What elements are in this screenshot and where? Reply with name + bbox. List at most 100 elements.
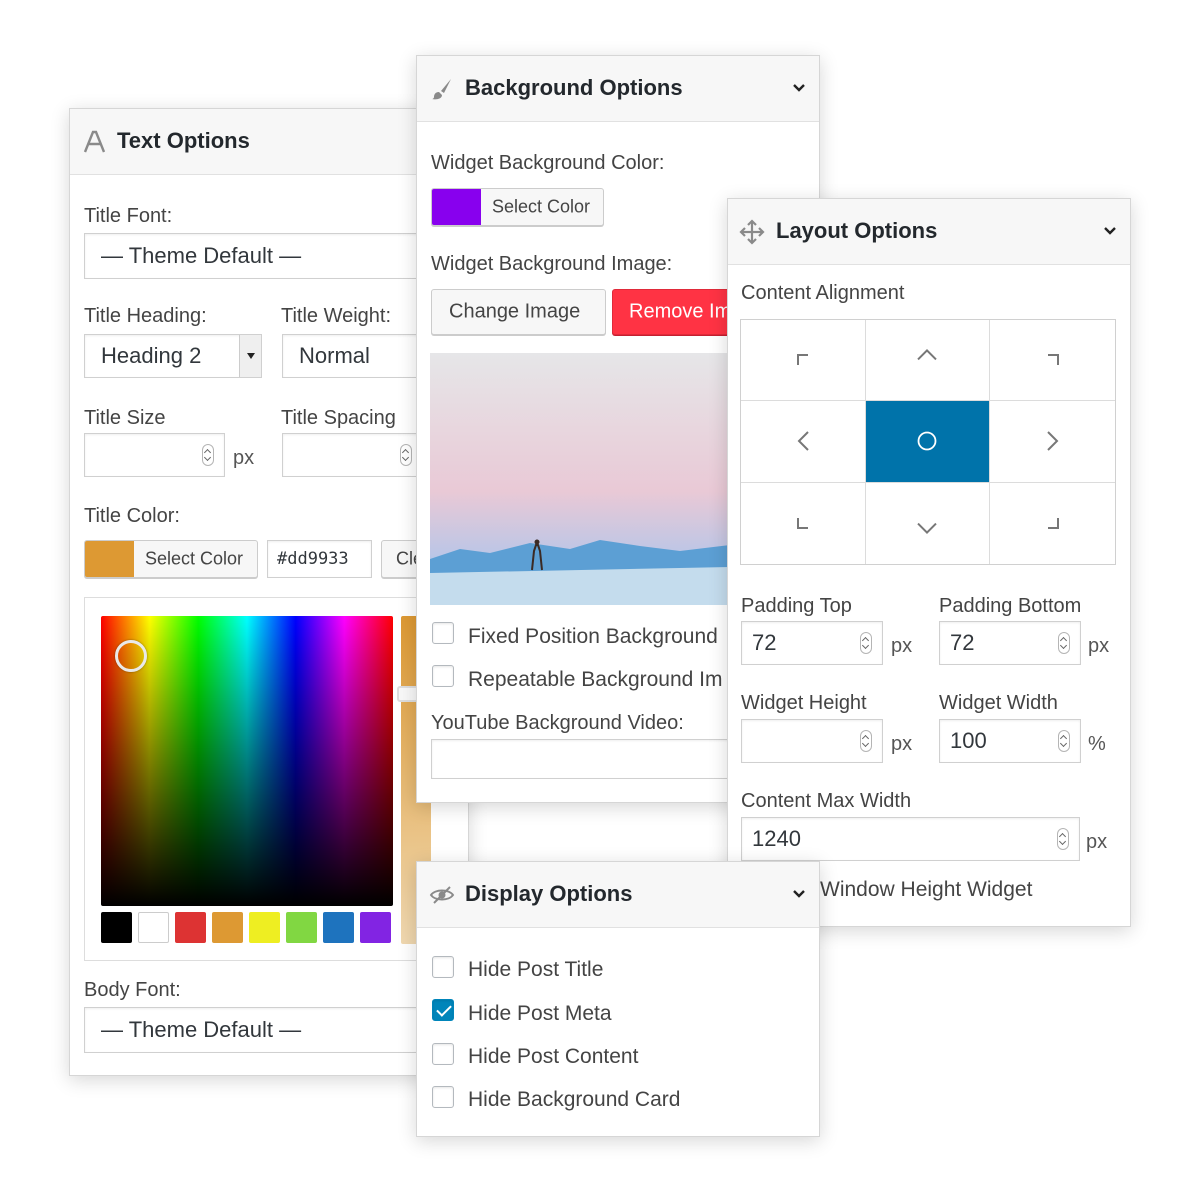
title-size-spinner[interactable]: [202, 444, 214, 466]
palette-swatch-red[interactable]: [175, 912, 206, 943]
display-options-header[interactable]: Display Options: [417, 862, 819, 928]
align-top[interactable]: [865, 320, 991, 402]
content-alignment-label: Content Alignment: [741, 282, 905, 304]
chevron-down-icon[interactable]: [1102, 223, 1118, 239]
window-height-label: Window Height Widget: [820, 878, 1033, 901]
align-bottom[interactable]: [865, 482, 991, 564]
title-spacing-label: Title Spacing: [281, 407, 396, 429]
palette-swatch-green[interactable]: [286, 912, 317, 943]
padding-top-unit: px: [891, 635, 913, 657]
title-spacing-spinner[interactable]: [400, 444, 412, 466]
repeatable-background-checkbox[interactable]: [432, 665, 454, 687]
bg-color-swatch: [432, 189, 481, 225]
palette-swatch-yellow[interactable]: [249, 912, 280, 943]
title-color-hex-input[interactable]: #dd9933: [267, 540, 372, 578]
title-size-unit: px: [233, 447, 255, 469]
body-font-label: Body Font:: [84, 979, 181, 1001]
font-icon: [83, 130, 106, 153]
title-heading-label: Title Heading:: [84, 305, 207, 327]
eye-slash-icon: [429, 886, 455, 904]
widget-height-unit: px: [891, 733, 913, 755]
bg-select-color-button[interactable]: Select Color: [431, 188, 604, 226]
color-palette: [101, 912, 401, 946]
padding-bottom-spinner[interactable]: [1058, 632, 1070, 654]
align-top-right[interactable]: [990, 320, 1115, 402]
text-options-panel: Text Options Title Font: — Theme Default…: [69, 108, 469, 1076]
hide-post-meta-label: Hide Post Meta: [468, 1002, 612, 1025]
hide-background-card-label: Hide Background Card: [468, 1088, 681, 1111]
display-options-panel: Display Options Hide Post Title Hide Pos…: [416, 861, 820, 1137]
title-color-swatch: [85, 541, 134, 577]
padding-top-label: Padding Top: [741, 595, 852, 617]
background-options-header[interactable]: Background Options: [417, 56, 819, 122]
color-picker: [84, 597, 468, 961]
chevron-right-icon: [1046, 431, 1059, 452]
palette-swatch-black[interactable]: [101, 912, 132, 943]
caret-down-icon: [247, 353, 255, 359]
title-weight-label: Title Weight:: [281, 305, 392, 327]
background-options-title: Background Options: [465, 75, 683, 100]
widget-width-spinner[interactable]: [1058, 730, 1070, 752]
widget-width-input[interactable]: 100: [939, 719, 1081, 763]
hide-post-content-label: Hide Post Content: [468, 1045, 639, 1068]
title-font-label: Title Font:: [84, 205, 173, 227]
fixed-position-label: Fixed Position Background: [468, 625, 718, 648]
padding-top-input[interactable]: 72: [741, 621, 883, 665]
display-options-title: Display Options: [465, 881, 633, 906]
content-max-width-input[interactable]: 1240: [741, 817, 1080, 861]
align-center[interactable]: [865, 401, 991, 483]
layout-options-title: Layout Options: [776, 218, 938, 243]
change-image-button[interactable]: Change Image: [431, 289, 606, 335]
select-arrow: [239, 335, 261, 377]
title-size-label: Title Size: [84, 407, 166, 429]
move-icon: [739, 219, 765, 245]
text-options-title: Text Options: [117, 128, 250, 153]
repeatable-background-label: Repeatable Background Im: [468, 668, 723, 691]
text-options-header[interactable]: Text Options: [70, 109, 468, 175]
align-right[interactable]: [990, 401, 1115, 483]
hide-background-card-checkbox[interactable]: [432, 1086, 454, 1108]
circle-icon: [918, 432, 937, 451]
widget-width-label: Widget Width: [939, 692, 1058, 714]
align-bottom-left[interactable]: [741, 482, 866, 564]
palette-swatch-blue[interactable]: [323, 912, 354, 943]
hide-post-content-checkbox[interactable]: [432, 1043, 454, 1065]
bg-image-label: Widget Background Image:: [431, 253, 673, 275]
color-picker-saturation-area[interactable]: [101, 616, 393, 906]
corner-top-left-icon: [796, 354, 808, 366]
title-heading-select[interactable]: Heading 2: [84, 334, 262, 378]
widget-width-unit: %: [1088, 733, 1106, 755]
padding-bottom-input[interactable]: 72: [939, 621, 1081, 665]
padding-top-spinner[interactable]: [860, 632, 872, 654]
palette-swatch-orange[interactable]: [212, 912, 243, 943]
paintbrush-icon: [432, 79, 451, 100]
widget-height-spinner[interactable]: [860, 730, 872, 752]
chevron-left-icon: [797, 431, 809, 452]
hide-post-meta-checkbox[interactable]: [432, 999, 454, 1021]
widget-height-input[interactable]: [741, 719, 883, 763]
chevron-down-icon[interactable]: [791, 80, 807, 96]
title-color-label: Title Color:: [84, 505, 180, 527]
content-max-width-unit: px: [1086, 831, 1108, 853]
chevron-down-icon: [917, 523, 938, 535]
chevron-down-icon[interactable]: [791, 886, 807, 902]
color-picker-handle[interactable]: [115, 640, 147, 672]
align-bottom-right[interactable]: [990, 482, 1115, 564]
content-max-width-spinner[interactable]: [1057, 828, 1069, 850]
content-max-width-label: Content Max Width: [741, 790, 912, 812]
title-size-input[interactable]: [84, 433, 225, 477]
layout-options-header[interactable]: Layout Options: [728, 199, 1130, 265]
hide-post-title-label: Hide Post Title: [468, 958, 604, 981]
align-top-left[interactable]: [741, 320, 866, 402]
align-left[interactable]: [741, 401, 866, 483]
bg-color-label: Widget Background Color:: [431, 152, 665, 174]
hide-post-title-checkbox[interactable]: [432, 956, 454, 978]
fixed-position-checkbox[interactable]: [432, 622, 454, 644]
title-spacing-input[interactable]: [282, 433, 423, 477]
palette-swatch-purple[interactable]: [360, 912, 391, 943]
title-font-select[interactable]: — Theme Default —: [84, 233, 468, 279]
title-select-color-button[interactable]: Select Color: [84, 540, 258, 578]
body-font-select[interactable]: — Theme Default —: [84, 1007, 468, 1053]
palette-swatch-white[interactable]: [138, 912, 169, 943]
background-image-preview: [430, 353, 730, 605]
